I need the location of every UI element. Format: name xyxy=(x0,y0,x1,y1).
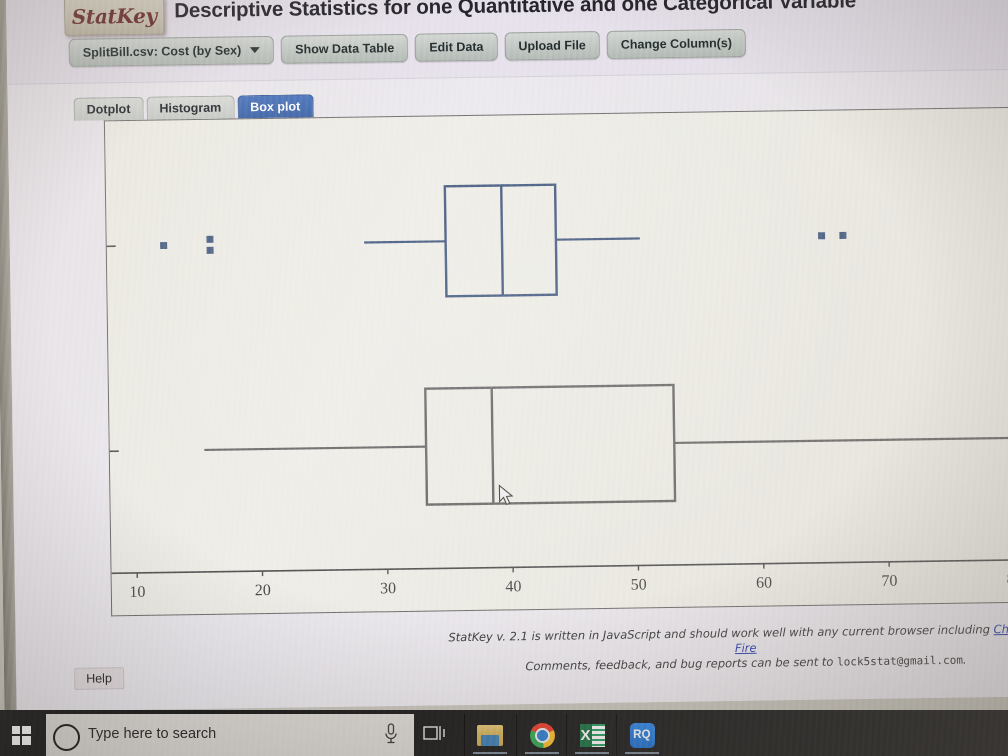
whisker-high xyxy=(555,237,640,241)
footer-line2-a: Comments, feedback, and bug reports can … xyxy=(525,654,838,674)
boxplot-M[interactable] xyxy=(159,180,847,300)
toolbar: SplitBill.csv: Cost (by Sex) Show Data T… xyxy=(68,28,747,67)
support-email: lock5stat@gmail.com xyxy=(836,653,964,669)
outlier-point xyxy=(206,235,214,243)
whisker-high xyxy=(674,436,1008,445)
windows-start-icon xyxy=(11,725,31,745)
chevron-down-icon xyxy=(250,47,261,54)
whisker-low xyxy=(204,445,427,452)
app-active-underline xyxy=(625,751,659,754)
whisker-low xyxy=(364,240,446,244)
x-axis-tick-label: 70 xyxy=(881,573,897,590)
x-axis-line xyxy=(111,558,1008,575)
app-active-underline xyxy=(525,751,559,754)
app-active-underline xyxy=(473,751,507,754)
plot-panel[interactable]: 1020304050607080MF xyxy=(103,106,1008,617)
mouse-pointer xyxy=(498,484,514,506)
app-active-underline xyxy=(575,751,609,754)
x-axis-tick-label: 40 xyxy=(505,578,521,595)
boxplot-F[interactable] xyxy=(203,380,1008,508)
show-data-table-button[interactable]: Show Data Table xyxy=(280,33,409,64)
boxplot-chart[interactable]: 1020304050607080MF xyxy=(105,108,1008,616)
footer-line1-a: StatKey v. 2.1 is written in JavaScript … xyxy=(448,622,994,645)
footer-line2: Comments, feedback, and bug reports can … xyxy=(446,651,1008,675)
page-title: Descriptive Statistics for one Quantitat… xyxy=(174,0,857,23)
x-axis-tick-label: 30 xyxy=(380,580,396,597)
statkey-logo-text: StatKey xyxy=(71,3,158,29)
outlier-point xyxy=(206,246,214,254)
x-axis-tick-label: 10 xyxy=(129,584,145,601)
help-button[interactable]: Help xyxy=(73,667,125,690)
excel-icon-grid xyxy=(591,723,605,747)
outlier-point xyxy=(818,232,826,240)
x-axis-tick-label: 50 xyxy=(631,576,647,593)
median-line xyxy=(500,185,505,296)
box-iqr xyxy=(424,383,677,506)
upload-file-button[interactable]: Upload File xyxy=(504,31,601,61)
tab-histogram[interactable]: Histogram xyxy=(146,95,235,120)
excel-icon-letter: X xyxy=(579,723,592,747)
plot-type-tabs: Dotplot Histogram Box plot xyxy=(73,94,314,121)
taskbar-app-excel[interactable]: X xyxy=(566,714,617,756)
page-header: StatKey Descriptive Statistics for one Q… xyxy=(5,0,1008,85)
taskbar-app-file-explorer[interactable] xyxy=(464,714,515,756)
search-input-placeholder[interactable]: Type here to search xyxy=(88,726,216,742)
change-columns-button[interactable]: Change Column(s) xyxy=(606,28,747,59)
cortana-circle-icon[interactable] xyxy=(53,724,80,751)
taskbar-app-chrome[interactable] xyxy=(516,714,567,756)
tab-boxplot[interactable]: Box plot xyxy=(237,94,314,119)
dataset-selector-button[interactable]: SplitBill.csv: Cost (by Sex) xyxy=(68,35,275,67)
task-view-icon[interactable] xyxy=(423,723,447,745)
start-button[interactable] xyxy=(4,718,38,752)
footer-line2-b: . xyxy=(962,652,967,667)
folder-icon xyxy=(477,724,503,746)
statkey-page: StatKey Descriptive Statistics for one Q… xyxy=(5,0,1008,712)
chrome-icon xyxy=(529,722,555,748)
chrome-link[interactable]: Chrome xyxy=(994,622,1008,637)
excel-icon: X xyxy=(579,723,605,747)
firefox-link[interactable]: Fire xyxy=(735,641,757,655)
median-line xyxy=(490,387,495,504)
microphone-icon[interactable] xyxy=(384,723,398,745)
statkey-logo[interactable]: StatKey xyxy=(64,0,165,36)
x-axis-tick-label: 60 xyxy=(756,575,772,592)
outlier-point xyxy=(160,241,168,250)
screen-photograph: StatKey Descriptive Statistics for one Q… xyxy=(0,0,1008,756)
tab-dotplot[interactable]: Dotplot xyxy=(73,96,144,121)
footer-text: StatKey v. 2.1 is written in JavaScript … xyxy=(445,621,1008,675)
outlier-point xyxy=(839,231,847,239)
taskbar-app-rq[interactable]: RQ xyxy=(616,714,667,756)
dataset-selector-label: SplitBill.csv: Cost (by Sex) xyxy=(82,43,242,60)
x-axis-tick-label: 20 xyxy=(255,582,271,599)
rq-icon: RQ xyxy=(629,722,655,748)
windows-taskbar: Type here to search X RQ xyxy=(0,710,1008,756)
edit-data-button[interactable]: Edit Data xyxy=(415,32,498,62)
